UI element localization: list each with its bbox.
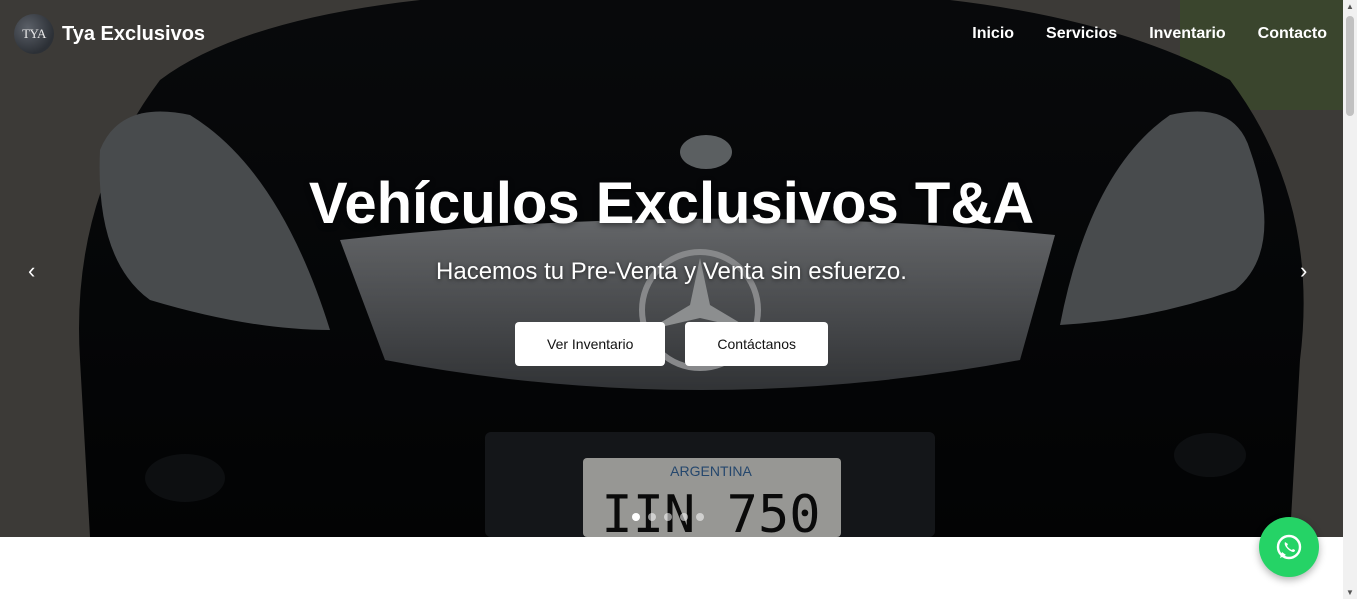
- carousel-indicators: [632, 513, 704, 521]
- nav-link-contacto[interactable]: Contacto: [1258, 25, 1327, 43]
- whatsapp-button[interactable]: [1259, 517, 1319, 577]
- nav-menu: Inicio Servicios Inventario Contacto: [940, 25, 1327, 43]
- brand[interactable]: TYA Tya Exclusivos: [14, 14, 205, 54]
- chevron-left-icon[interactable]: ‹: [28, 258, 35, 284]
- brand-logo[interactable]: TYA: [14, 14, 54, 54]
- carousel-dot-5[interactable]: [696, 513, 704, 521]
- scrollbar[interactable]: ▲ ▼: [1343, 0, 1357, 599]
- carousel-dot-4[interactable]: [680, 513, 688, 521]
- hero-title: Vehículos Exclusivos T&A: [308, 171, 1035, 236]
- contact-button[interactable]: Contáctanos: [685, 322, 828, 366]
- scroll-down-icon[interactable]: ▼: [1346, 588, 1354, 597]
- chevron-right-icon[interactable]: ›: [1300, 258, 1307, 284]
- carousel-dot-3[interactable]: [664, 513, 672, 521]
- view-inventory-button[interactable]: Ver Inventario: [515, 322, 666, 366]
- whatsapp-icon: [1276, 534, 1302, 560]
- hero-actions: Ver Inventario Contáctanos: [0, 322, 1343, 366]
- nav-link-inventario[interactable]: Inventario: [1149, 25, 1225, 43]
- hero-carousel: ARGENTINA IIN 750 TYA Tya Exclusivos Ini…: [0, 0, 1343, 537]
- hero-subtitle: Hacemos tu Pre-Venta y Venta sin esfuerz…: [436, 258, 907, 285]
- carousel-dot-2[interactable]: [648, 513, 656, 521]
- navbar: TYA Tya Exclusivos Inicio Servicios Inve…: [0, 0, 1343, 68]
- brand-name[interactable]: Tya Exclusivos: [62, 23, 205, 46]
- nav-link-servicios[interactable]: Servicios: [1046, 25, 1117, 43]
- scroll-thumb[interactable]: [1346, 16, 1354, 116]
- nav-link-inicio[interactable]: Inicio: [972, 25, 1014, 43]
- scroll-up-icon[interactable]: ▲: [1346, 2, 1354, 11]
- carousel-dot-1[interactable]: [632, 513, 640, 521]
